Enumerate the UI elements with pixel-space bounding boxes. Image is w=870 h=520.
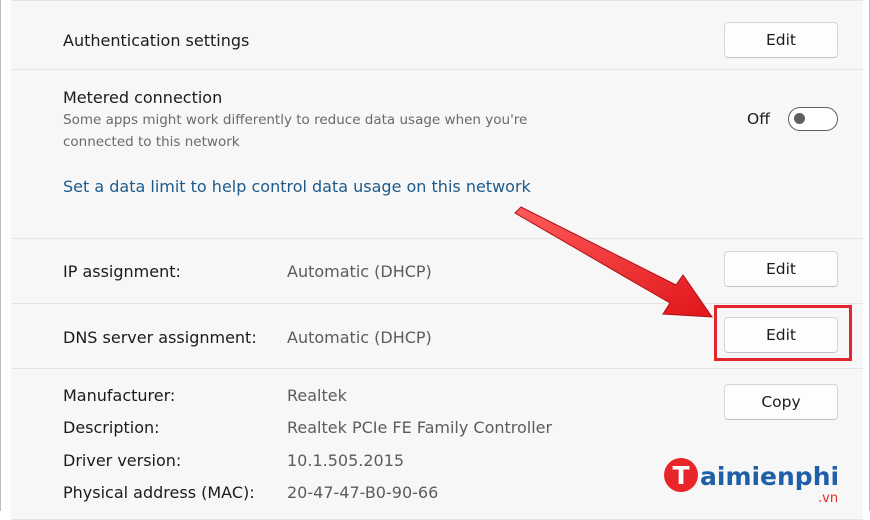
watermark-brand: aimienphi	[700, 462, 839, 491]
settings-window: Authentication settings Edit Metered con…	[0, 0, 870, 520]
annotation-arrow-icon	[514, 206, 713, 318]
watermark-initial: T	[672, 461, 689, 490]
watermark-tld: .vn	[818, 491, 838, 505]
watermark-logo: T aimienphi .vn	[662, 455, 852, 505]
